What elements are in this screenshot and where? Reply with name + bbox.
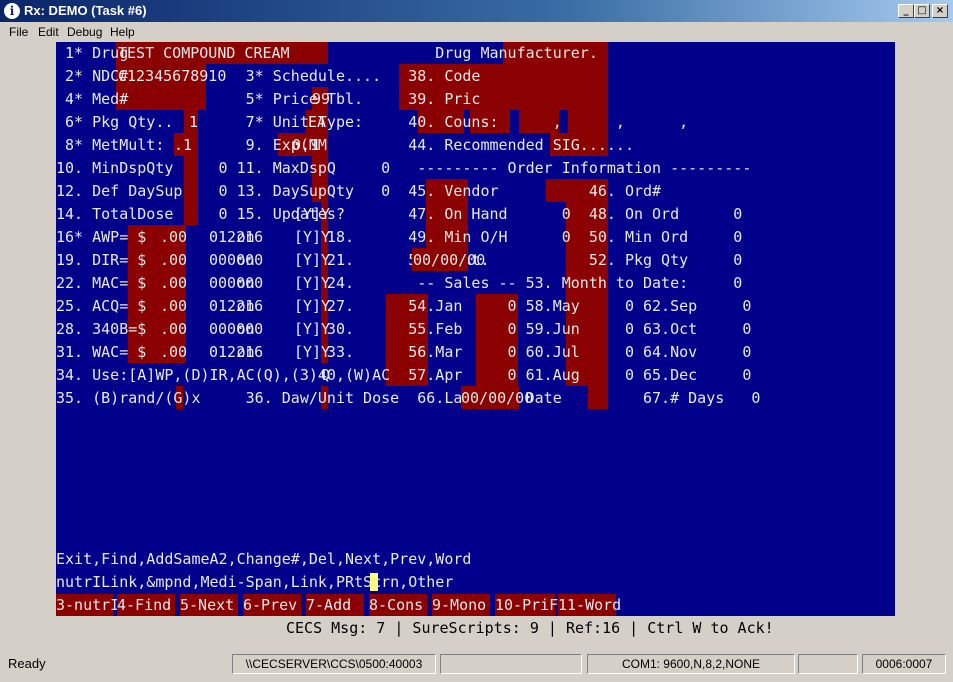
menu-file[interactable]: File <box>9 25 28 39</box>
message-line[interactable]: CECS Msg: 7 | SureScripts: 9 | Ref:16 | … <box>286 619 774 637</box>
window-title: Rx: DEMO (Task #6) <box>24 3 147 18</box>
y33-flag: Y <box>321 343 331 361</box>
fkey-4-find[interactable]: 4-Find <box>117 594 175 616</box>
menu-help[interactable]: Help <box>110 25 135 39</box>
fkey-3-nutri[interactable]: 3-nutrI <box>56 594 119 616</box>
mac-amount: .00 <box>160 274 188 292</box>
status-pane-blank-1 <box>440 654 582 674</box>
f27-value: [Y] <box>294 297 322 315</box>
updates-value: [Y] <box>294 205 322 223</box>
screen-line-9: 16* AWP= $ on 18. 49. Min O/H 0 50. Min … <box>56 228 743 246</box>
screen-line-7: 12. Def DaySup 0 13. DaySupQty 0 45. Ven… <box>56 182 662 200</box>
f21-value: [Y] <box>294 251 322 269</box>
maximize-button[interactable]: □ <box>914 4 930 18</box>
fkey-10-prifm[interactable]: 10-PriFM <box>495 594 567 616</box>
y27-flag: Y <box>321 297 331 315</box>
price-tbl-value: 99 <box>312 90 331 108</box>
wac-date: 012216 <box>209 343 264 361</box>
y24-flag: Y <box>321 274 331 292</box>
fkey-6-prev[interactable]: 6-Prev <box>243 594 301 616</box>
screen-line-6: 10. MinDspQty 0 11. MaxDspQ 0 --------- … <box>56 159 752 177</box>
awp-date: 012216 <box>209 228 264 246</box>
status-pane-blank-2 <box>798 654 858 674</box>
ndc-value[interactable]: C12345678910 <box>118 66 226 86</box>
f33-value: [Y] <box>294 343 322 361</box>
b340-amount: .00 <box>160 320 188 338</box>
metmult-value: .1 <box>174 136 193 154</box>
command-line-1[interactable]: Exit,Find,AddSameA2,Change#,Del,Next,Pre… <box>56 549 471 569</box>
f18-value: [Y] <box>294 228 322 246</box>
next-date[interactable]: 00/00/00 <box>413 250 485 270</box>
menu-bar: File Edit Debug Help <box>0 22 953 42</box>
y21-flag: Y <box>321 251 331 269</box>
mac-date: 000000 <box>209 274 264 292</box>
b340-date: 000000 <box>209 320 264 338</box>
fkey-5-next[interactable]: 5-Next <box>180 594 238 616</box>
menu-edit[interactable]: Edit <box>38 25 59 39</box>
screen-line-11: 22. MAC= $ on 24. -- Sales -- 53. Month … <box>56 274 743 292</box>
updates-flag: Y <box>321 205 331 223</box>
screen-line-10: 19. DIR= $ on 21. 51. Next. 52. Pkg Qty … <box>56 251 743 269</box>
screen-line-15: 34. Use:[A]WP,(D)IR,AC(Q),(3)40,(W)AC 57… <box>56 366 752 384</box>
text-cursor <box>370 573 378 591</box>
minimize-button[interactable]: _ <box>898 4 914 18</box>
f24-value: [Y] <box>294 274 322 292</box>
fkey-8-cons[interactable]: 8-Cons <box>369 594 427 616</box>
screen-line-3: 4* Med# 5* Price Tbl. 39. Pric <box>56 90 481 108</box>
command-line-2[interactable]: nutrILink,&mpnd,Medi-Span,Link,PRtScrn,O… <box>56 572 453 592</box>
fkey-7-add[interactable]: 7-Add <box>306 594 364 616</box>
screen-line-5: 8* MetMult: 9. Exp(MM 44. Recommended SI… <box>56 136 634 154</box>
status-cursor-position: 0006:0007 <box>862 654 946 674</box>
status-bar: Ready \\CECSERVER\CCS\0500:40003 COM1: 9… <box>0 650 953 682</box>
dir-amount: .00 <box>160 251 188 269</box>
pkg-qty-value: 1 <box>189 113 199 131</box>
exp-value: 0.1 <box>292 136 320 154</box>
screen-line-16: 35. (B)rand/(G)x 36. Daw/Unit Dose 66.La… <box>56 389 761 407</box>
unit-type-value: EA <box>308 113 327 131</box>
f30-value: [Y] <box>294 320 322 338</box>
terminal-screen[interactable]: 1* Drug Drug Manufacturer. 2* NDC# 3* Sc… <box>56 42 895 616</box>
status-ready: Ready <box>8 656 46 671</box>
dir-date: 000000 <box>209 251 264 269</box>
y18-flag: Y <box>321 228 331 246</box>
menu-debug[interactable]: Debug <box>67 25 102 39</box>
status-server-path: \\CECSERVER\CCS\0500:40003 <box>232 654 436 674</box>
acq-amount: .00 <box>160 297 188 315</box>
close-button[interactable]: × <box>932 4 948 18</box>
use-flag: Q <box>321 366 331 384</box>
drug-value[interactable]: TEST COMPOUND CREAM <box>118 43 290 63</box>
acq-date: 012216 <box>209 297 264 315</box>
screen-line-8: 14. TotalDose 0 15. Updates? 47. On Hand… <box>56 205 743 223</box>
awp-amount: .00 <box>160 228 188 246</box>
title-bar: i Rx: DEMO (Task #6) _ □ × <box>0 0 953 22</box>
last-inv-date[interactable]: 00/00/00 <box>461 388 533 408</box>
app-info-icon[interactable]: i <box>4 3 20 19</box>
status-com-port: COM1: 9600,N,8,2,NONE <box>587 654 795 674</box>
y30-flag: Y <box>321 320 331 338</box>
wac-amount: .00 <box>160 343 188 361</box>
fkey-11-word[interactable]: 11-Word <box>558 594 621 616</box>
screen-line-4: 6* Pkg Qty.. 7* Unit Type: 40. Couns: , … <box>56 113 689 131</box>
fkey-9-mono[interactable]: 9-Mono <box>432 594 490 616</box>
